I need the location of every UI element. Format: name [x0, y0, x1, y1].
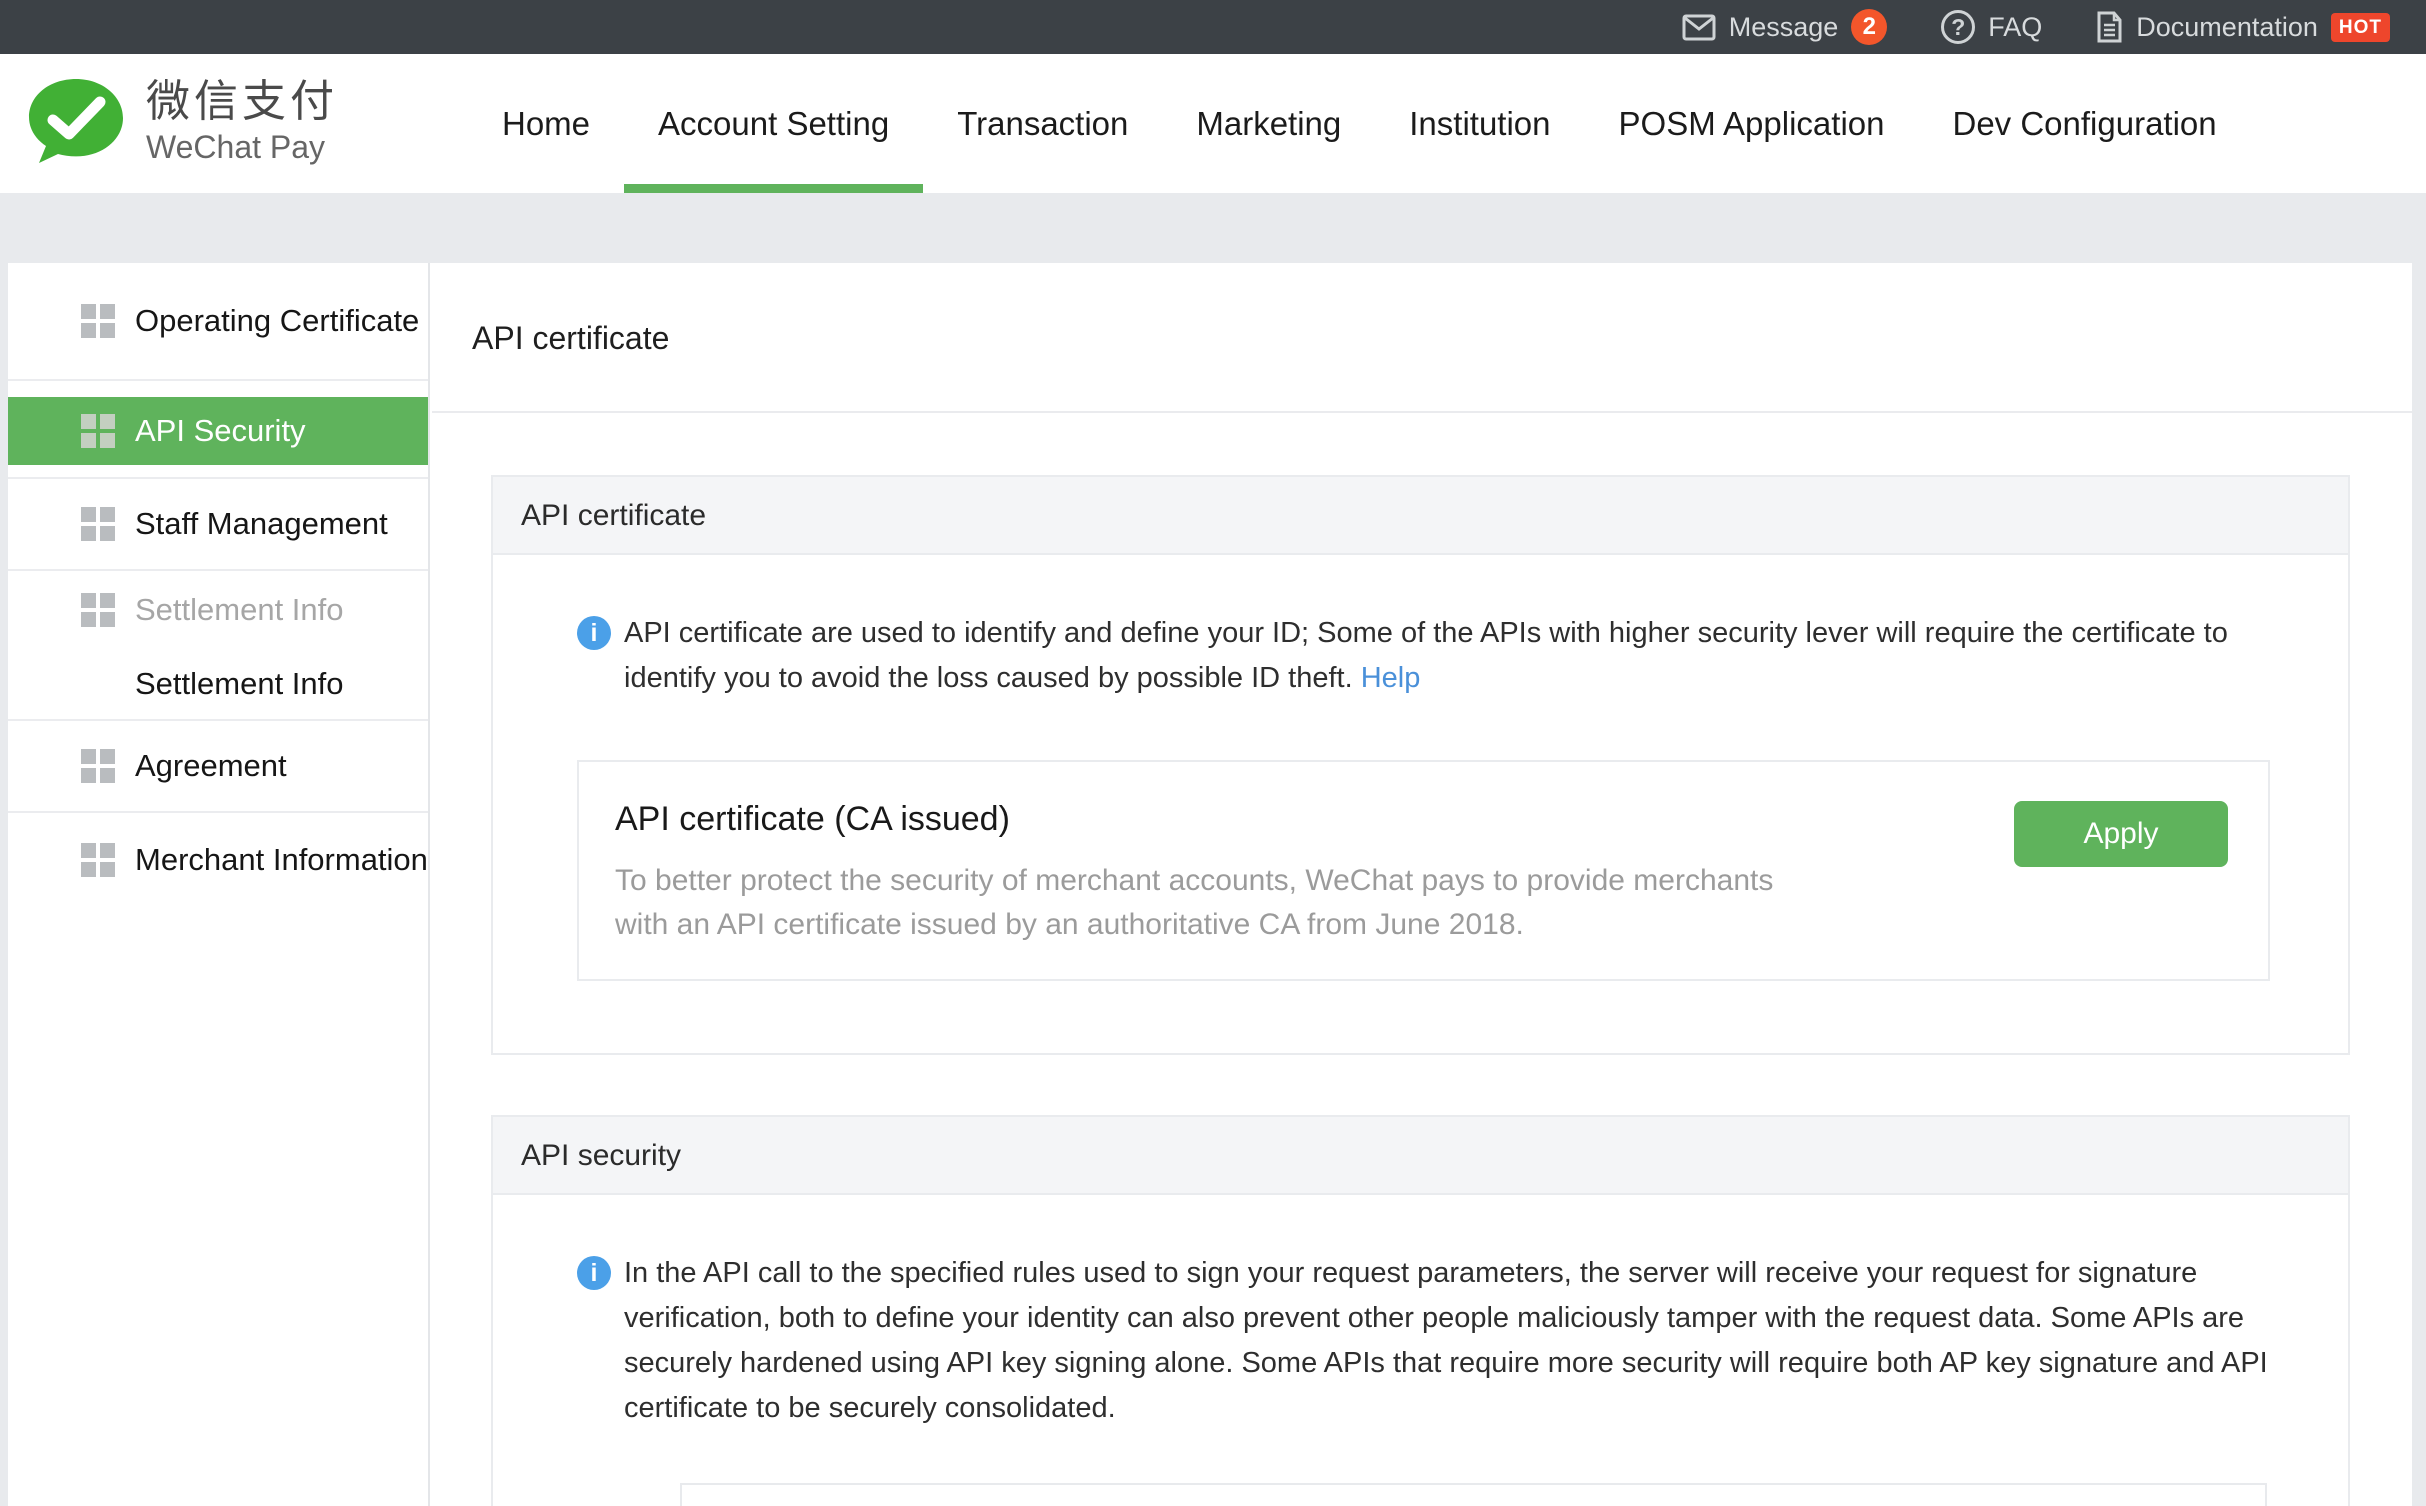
info-text-body: API certificate are used to identify and… — [624, 617, 2228, 694]
sidebar-item-label: Settlement Info — [135, 666, 344, 702]
sidebar: Operating Certificate API Security Staff… — [8, 263, 430, 1506]
grid-icon — [81, 843, 115, 877]
logo-text: 微信支付 WeChat Pay — [146, 78, 338, 165]
card-header: API certificate — [493, 477, 2348, 555]
nav-item-account-setting[interactable]: Account Setting — [624, 54, 923, 193]
info-icon: i — [577, 616, 611, 650]
sidebar-item-label: Staff Management — [135, 506, 388, 542]
sidebar-spacer — [8, 465, 428, 479]
topbar: Message 2 ? FAQ Documentation HOT — [0, 0, 2426, 54]
message-label: Message — [1729, 12, 1839, 43]
apply-button[interactable]: Apply — [2014, 801, 2228, 867]
message-count-badge: 2 — [1851, 9, 1887, 45]
card-body: i API certificate are used to identify a… — [493, 555, 2348, 1053]
envelope-icon — [1682, 14, 1716, 41]
sidebar-item-api-security[interactable]: API Security — [8, 397, 428, 465]
main-nav: Home Account Setting Transaction Marketi… — [468, 54, 2251, 193]
header: 微信支付 WeChat Pay Home Account Setting Tra… — [0, 54, 2426, 193]
documentation-label: Documentation — [2136, 12, 2318, 43]
nav-item-dev-configuration[interactable]: Dev Configuration — [1918, 54, 2250, 193]
main-panel: Operating Certificate API Security Staff… — [8, 263, 2412, 1506]
faq-item[interactable]: ? FAQ — [1941, 10, 2042, 44]
info-text: API certificate are used to identify and… — [624, 611, 2308, 701]
nav-item-marketing[interactable]: Marketing — [1162, 54, 1375, 193]
sidebar-item-settlement-info-group[interactable]: Settlement Info — [8, 571, 428, 649]
grid-icon — [81, 507, 115, 541]
help-link[interactable]: Help — [1361, 662, 1421, 694]
nav-item-home[interactable]: Home — [468, 54, 624, 193]
grid-icon — [81, 749, 115, 783]
brand-name-en: WeChat Pay — [146, 129, 338, 166]
card-header: API security — [493, 1117, 2348, 1195]
nav-item-posm-application[interactable]: POSM Application — [1585, 54, 1919, 193]
hot-badge: HOT — [2331, 13, 2390, 42]
card-body: i In the API call to the specified rules… — [493, 1195, 2348, 1506]
api-certificate-card: API certificate i API certificate are us… — [491, 475, 2350, 1055]
faq-label: FAQ — [1988, 12, 2042, 43]
documentation-item[interactable]: Documentation HOT — [2096, 11, 2390, 43]
sidebar-item-label: Agreement — [135, 748, 287, 784]
sidebar-item-label: Merchant Information — [135, 842, 428, 878]
wechat-bubble-check-icon — [26, 76, 126, 168]
sidebar-item-agreement[interactable]: Agreement — [8, 721, 428, 813]
brand-name-zh: 微信支付 — [146, 78, 338, 126]
sidebar-item-settlement-info[interactable]: Settlement Info — [8, 649, 428, 719]
message-item[interactable]: Message 2 — [1682, 9, 1888, 45]
sidebar-item-label: Settlement Info — [135, 592, 344, 628]
info-text: In the API call to the specified rules u… — [624, 1251, 2308, 1431]
nav-item-institution[interactable]: Institution — [1375, 54, 1584, 193]
grid-icon — [81, 414, 115, 448]
info-row: i In the API call to the specified rules… — [577, 1251, 2308, 1431]
grid-icon — [81, 304, 115, 338]
nav-item-transaction[interactable]: Transaction — [923, 54, 1162, 193]
sidebar-item-operating-certificate[interactable]: Operating Certificate — [8, 263, 428, 381]
sidebar-item-label: Operating Certificate — [135, 303, 419, 339]
info-text-body: In the API call to the specified rules u… — [624, 1257, 2268, 1424]
sidebar-spacer — [8, 381, 428, 397]
page-title: API certificate — [432, 263, 2412, 413]
sidebar-item-label: API Security — [135, 413, 306, 449]
ca-certificate-description: To better protect the security of mercha… — [615, 859, 1825, 947]
info-row: i API certificate are used to identify a… — [577, 611, 2308, 701]
grid-icon — [81, 593, 115, 627]
info-icon: i — [577, 1256, 611, 1290]
sidebar-group-settlement: Settlement Info Settlement Info — [8, 571, 428, 721]
question-circle-icon: ? — [1941, 10, 1975, 44]
content-area: API certificate API certificate i API ce… — [432, 263, 2412, 1506]
document-icon — [2096, 11, 2123, 43]
sidebar-item-merchant-information[interactable]: Merchant Information — [8, 813, 428, 907]
sidebar-item-staff-management[interactable]: Staff Management — [8, 479, 428, 571]
wechat-pay-logo[interactable]: 微信支付 WeChat Pay — [26, 76, 338, 168]
ca-certificate-box: API certificate (CA issued) To better pr… — [577, 760, 2270, 981]
api-key-box-partial — [680, 1483, 2267, 1506]
api-security-card: API security i In the API call to the sp… — [491, 1115, 2350, 1506]
